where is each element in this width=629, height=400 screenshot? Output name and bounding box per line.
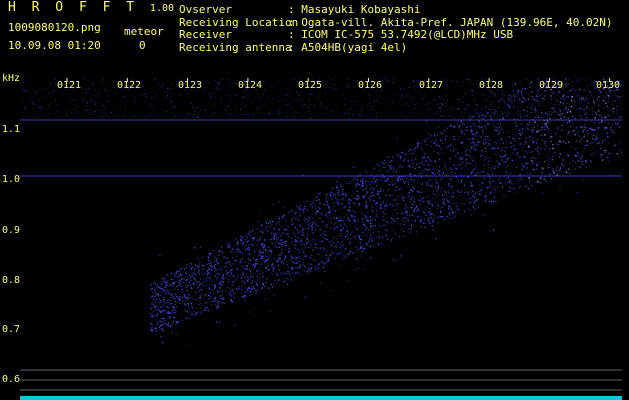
time-tick-label: 0129: [539, 80, 564, 91]
app-title: H R O F F T 1.00: [8, 1, 174, 15]
time-tick-label: 0121: [57, 80, 82, 91]
station-info-values: : Masayuki Kobayashi : Ogata-vill. Akita…: [288, 3, 613, 54]
freq-tick-label: 1.1: [2, 124, 21, 135]
spectrogram-panel: [20, 78, 622, 400]
time-tick-label: 0130: [596, 80, 621, 91]
meteor-signal-layer: [150, 78, 622, 345]
freq-tick-label: 0.9: [2, 225, 21, 236]
freq-tick-label: 1.0: [2, 174, 21, 185]
spectrogram: [20, 78, 622, 391]
time-tick-label: 0128: [479, 80, 504, 91]
time-tick-label: 0126: [358, 80, 383, 91]
freq-tick-label: 0.6: [2, 374, 21, 385]
capture-datetime: 10.09.08 01:20: [8, 39, 101, 52]
image-filename: 1009080120.png: [8, 21, 101, 34]
station-info-keys: Ovserver Receiving Location Receiver Rec…: [179, 3, 298, 54]
time-tick-label: 0125: [298, 80, 323, 91]
info-key-observer: Ovserver: [179, 3, 232, 16]
status-bar: [20, 396, 622, 400]
info-key-antenna: Receiving antenna: [179, 40, 292, 54]
app-version: 1.00: [149, 3, 175, 14]
frequency-unit-label: kHz: [2, 73, 21, 84]
time-tick-label: 0127: [419, 80, 444, 91]
app-name: H R O F F T: [8, 0, 139, 15]
meteor-label: meteor: [124, 25, 164, 38]
freq-tick-label: 0.8: [2, 275, 21, 286]
time-tick-label: 0122: [117, 80, 142, 91]
time-tick-label: 0124: [238, 80, 263, 91]
time-tick-label: 0123: [178, 80, 203, 91]
info-value-observer: : Masayuki Kobayashi: [288, 3, 421, 16]
freq-tick-label: 0.7: [2, 324, 21, 335]
meteor-count: 0: [139, 39, 146, 52]
info-key-receiver: Receiver: [179, 28, 232, 41]
info-value-antenna: : A504HB(yagi 4el): [288, 40, 408, 54]
info-value-receiver: : ICOM IC-575 53.7492(@LCD)MHz USB: [288, 28, 514, 41]
time-gridlines: [66, 78, 611, 82]
